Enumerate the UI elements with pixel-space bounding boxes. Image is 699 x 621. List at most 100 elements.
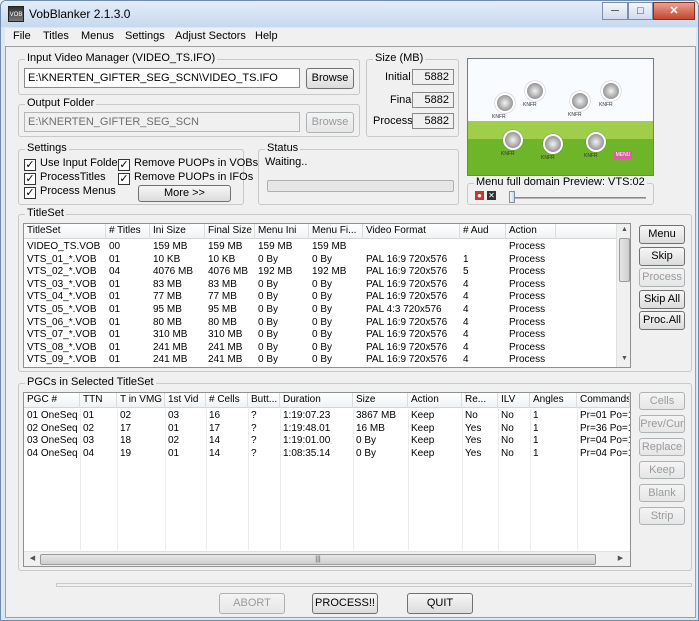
titleset-skip-all-button[interactable]: Skip All — [639, 289, 685, 309]
pgc-col-header[interactable]: Action — [408, 393, 462, 408]
bottom-progress-line — [56, 583, 692, 587]
pgc-col-header[interactable]: Angles — [530, 393, 577, 408]
menu-file[interactable]: File — [13, 30, 31, 42]
input-browse-button[interactable]: Browse — [306, 68, 354, 89]
table-row[interactable]: VTS_02_*.VOB 04 4076 MB 4076 MB 192 MB 192 MB… — [24, 266, 616, 278]
preview-slider-thumb[interactable] — [509, 191, 515, 203]
pgc-col-header[interactable]: T in VMG — [117, 393, 165, 408]
titleset-col-header[interactable]: Ini Size — [150, 224, 205, 239]
table-cell: 241 MB — [208, 341, 243, 353]
pgc-col-header[interactable]: Commands — [577, 393, 630, 408]
table-cell: VTS_04_*.VOB — [27, 291, 97, 303]
pgc-col-header[interactable]: Size — [353, 393, 408, 408]
menu-settings[interactable]: Settings — [125, 30, 165, 42]
pgc-prev-cur-button[interactable]: Prev/Cur — [639, 415, 685, 433]
process-titles-checkbox[interactable]: ✓ ProcessTitles — [24, 171, 106, 185]
process-menus-checkbox[interactable]: ✓ Process Menus — [24, 185, 116, 199]
titleset-col-header[interactable]: Final Size — [205, 224, 255, 239]
titleset-col-header[interactable]: Action — [506, 224, 556, 239]
pgc-col-header[interactable]: Re... — [462, 393, 498, 408]
use-input-folder-checkbox[interactable]: ✓ Use Input Folder — [24, 157, 121, 171]
column-separator — [80, 409, 81, 550]
minimize-button[interactable]: ─ — [602, 2, 628, 20]
preview-slider-track[interactable] — [514, 197, 646, 199]
scroll-down-icon[interactable]: ▼ — [618, 355, 630, 362]
checkbox-check-icon: ✓ — [118, 173, 130, 185]
scroll-left-icon[interactable]: ◀ — [26, 554, 39, 562]
output-browse-button[interactable]: Browse — [306, 112, 354, 133]
pgc-col-header[interactable]: ILV — [498, 393, 530, 408]
table-cell: 01 — [168, 422, 180, 434]
table-row[interactable]: 04 OneSeq 04 19 01 14? 1:08:35.14 0 By Keep Yes N… — [24, 448, 630, 460]
maximize-button[interactable]: □ — [628, 2, 653, 20]
pgc-horizontal-scrollbar[interactable]: ◀ ||| ▶ — [24, 551, 630, 566]
titleset-col-header[interactable]: # Titles — [106, 224, 150, 239]
pgc-keep-button[interactable]: Keep — [639, 461, 685, 479]
remove-puops-ifos-checkbox[interactable]: ✓ Remove PUOPs in IFOs — [118, 171, 253, 185]
pgc-blank-button[interactable]: Blank — [639, 484, 685, 502]
table-row[interactable]: 01 OneSeq 01 02 03 16? 1:19:07.23 3867 MB Keep N… — [24, 410, 630, 422]
menu-titles[interactable]: Titles — [43, 30, 69, 42]
table-cell: Yes — [465, 422, 482, 434]
table-row[interactable]: VTS_06_*.VOB 01 80 MB 80 MB 0 By 0 By PAL 16:9… — [24, 317, 616, 329]
table-cell: Process — [509, 316, 546, 328]
close-icon: ✕ — [669, 5, 679, 17]
close-button[interactable]: ✕ — [653, 2, 695, 20]
titleset-proc-all-button[interactable]: Proc.All — [639, 311, 685, 330]
titleset-col-header[interactable]: TitleSet — [24, 224, 106, 239]
titleset-col-header[interactable]: Menu Ini — [255, 224, 309, 239]
preview-thumb-caption: KNFR — [568, 112, 582, 118]
output-path-field[interactable]: E:\KNERTEN_GIFTER_SEG_SCN — [24, 112, 300, 132]
quit-button[interactable]: QUIT — [407, 593, 473, 614]
titleset-process-button[interactable]: Process — [639, 268, 685, 287]
table-row[interactable]: VTS_04_*.VOB 01 77 MB 77 MB 0 By 0 By PAL 16:9… — [24, 291, 616, 303]
table-row[interactable]: 03 OneSeq 03 18 02 14? 1:19:01.00 0 By Keep Yes N… — [24, 435, 630, 447]
titleset-skip-button[interactable]: Skip — [639, 246, 685, 266]
table-cell: Process — [509, 329, 546, 341]
table-row[interactable]: 02 OneSeq 02 17 01 17? 1:19:48.01 16 MB Keep Yes… — [24, 423, 630, 435]
table-row[interactable]: VTS_09_*.VOB 01 241 MB 241 MB 0 By 0 By PAL 16… — [24, 354, 616, 366]
record-icon[interactable]: ● — [475, 191, 484, 200]
stop-icon[interactable]: ✕ — [487, 191, 496, 200]
pgc-col-header[interactable]: TTN — [80, 393, 117, 408]
column-separator — [117, 409, 118, 550]
titleset-scroll-thumb[interactable] — [619, 238, 630, 282]
pgc-col-header[interactable]: # Cells — [206, 393, 248, 408]
titleset-menu-button[interactable]: Menu — [639, 225, 685, 244]
scroll-right-icon[interactable]: ▶ — [614, 554, 627, 562]
pgc-col-header[interactable]: Duration — [280, 393, 353, 408]
pgc-strip-button[interactable]: Strip — [639, 507, 685, 525]
pgc-cells-button[interactable]: Cells — [639, 392, 685, 410]
preview-thumb — [495, 93, 515, 113]
abort-button[interactable]: ABORT — [219, 593, 285, 614]
title-bar[interactable]: VOB VobBlanker 2.1.3.0 ─ □ ✕ — [1, 1, 698, 27]
scroll-up-icon[interactable]: ▲ — [618, 226, 630, 233]
pgc-col-header[interactable]: 1st Vid — [165, 393, 206, 408]
table-cell: 0 By — [258, 354, 279, 366]
table-cell: 01 — [83, 410, 95, 421]
input-path-field[interactable]: E:\KNERTEN_GIFTER_SEG_SCN\VIDEO_TS.IFO — [24, 68, 300, 88]
menu-adjust-sectors[interactable]: Adjust Sectors — [175, 30, 246, 42]
table-row[interactable]: VTS_05_*.VOB 01 95 MB 95 MB 0 By 0 By PAL 4:3 … — [24, 304, 616, 316]
table-row[interactable]: VTS_08_*.VOB 01 241 MB 241 MB 0 By 0 By PAL 16… — [24, 342, 616, 354]
titleset-col-header[interactable]: # Aud — [460, 224, 506, 239]
pgc-scroll-thumb[interactable]: ||| — [40, 554, 596, 565]
titleset-col-header[interactable]: Menu Fi... — [309, 224, 363, 239]
table-row[interactable]: VTS_01_*.VOB 01 10 KB 10 KB 0 By 0 By PAL 16:9… — [24, 254, 616, 266]
column-separator — [498, 409, 499, 550]
pgc-table-header: PGC # TTN T in VMG 1st Vid # Cells Butt.… — [24, 393, 630, 408]
menu-menus[interactable]: Menus — [81, 30, 114, 42]
pgc-col-header[interactable]: PGC # — [24, 393, 80, 408]
table-row[interactable]: VIDEO_TS.VOB 00 159 MB 159 MB 159 MB 159 MB Pr… — [24, 241, 616, 253]
titleset-vertical-scrollbar[interactable]: ▲ ▼ — [616, 224, 630, 367]
table-cell: 18 — [120, 435, 132, 447]
table-row[interactable]: VTS_03_*.VOB 01 83 MB 83 MB 0 By 0 By PAL 16:9… — [24, 279, 616, 291]
titleset-col-header[interactable]: Video Format — [363, 224, 460, 239]
more-settings-button[interactable]: More >> — [138, 185, 231, 202]
menu-help[interactable]: Help — [255, 30, 278, 42]
remove-puops-vobs-checkbox[interactable]: ✓ Remove PUOPs in VOBs — [118, 157, 258, 171]
pgc-col-header[interactable]: Butt... — [248, 393, 280, 408]
pgc-replace-button[interactable]: Replace — [639, 438, 685, 456]
table-row[interactable]: VTS_07_*.VOB 01 310 MB 310 MB 0 By 0 By PAL 16… — [24, 329, 616, 341]
process-button[interactable]: PROCESS!! — [312, 593, 378, 614]
